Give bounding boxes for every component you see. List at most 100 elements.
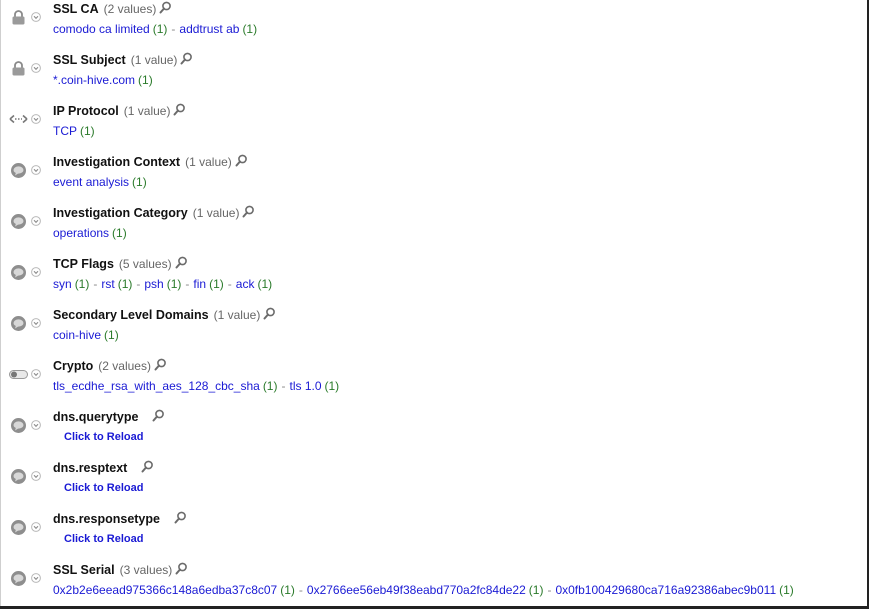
field-value-count: (1) xyxy=(104,328,119,342)
field-value-link[interactable]: syn xyxy=(53,277,72,291)
chevron-down-icon[interactable] xyxy=(31,165,41,175)
chevron-down-icon[interactable] xyxy=(31,12,41,22)
magnifier-icon[interactable] xyxy=(235,154,248,167)
field-name[interactable]: Investigation Category xyxy=(53,206,188,220)
field-value-count: (1) xyxy=(80,124,95,138)
field-values: coin-hive (1) xyxy=(53,327,119,343)
speech-bubble-icon xyxy=(11,571,26,586)
field-values: TCP (1) xyxy=(53,123,95,139)
field-value-link[interactable]: event analysis xyxy=(53,175,129,189)
field-header: TCP Flags (5 values) xyxy=(53,256,188,272)
field-value-count: (5 values) xyxy=(118,257,172,271)
field-name[interactable]: Crypto xyxy=(53,359,93,373)
meta-field-row: Secondary Level Domains (1 value) coin-hiv… xyxy=(0,307,860,358)
speech-bubble-icon xyxy=(11,469,26,484)
click-to-reload-link[interactable]: Click to Reload xyxy=(64,482,143,494)
field-value-link[interactable]: TCP xyxy=(53,124,77,138)
field-value-link[interactable]: 0x2b2e6eead975366c148a6edba37c8c07 xyxy=(53,583,277,597)
meta-field-row: IP Protocol (1 value) TCP (1) xyxy=(0,103,860,154)
magnifier-icon[interactable] xyxy=(141,460,154,473)
field-header: dns.responsetype xyxy=(53,511,187,527)
field-values: syn (1) - rst (1) - psh (1) - fin (1) - ack (1) xyxy=(53,276,272,292)
field-name[interactable]: dns.querytype xyxy=(53,410,138,424)
value-separator: - xyxy=(547,583,552,597)
chevron-down-icon[interactable] xyxy=(31,114,41,124)
lock-icon xyxy=(12,10,25,25)
field-value-link[interactable]: fin xyxy=(193,277,206,291)
magnifier-icon[interactable] xyxy=(175,562,188,575)
chevron-down-icon[interactable] xyxy=(31,318,41,328)
field-values: *.coin-hive.com (1) xyxy=(53,72,153,88)
click-to-reload-link[interactable]: Click to Reload xyxy=(64,533,143,545)
field-value-count: (1) xyxy=(779,583,794,597)
field-name[interactable]: SSL Serial xyxy=(53,563,115,577)
meta-field-row: SSL Subject (1 value) *.coin-hive.com (1) xyxy=(0,52,860,103)
field-value-link[interactable]: 0x0fb100429680ca716a92386abec9b011 xyxy=(555,583,776,597)
field-name[interactable]: Investigation Context xyxy=(53,155,180,169)
field-header: Crypto (2 values) xyxy=(53,358,167,374)
bidirectional-arrow-icon xyxy=(9,114,28,124)
field-value-count: (1) xyxy=(262,379,278,393)
field-value-count: (2 values) xyxy=(103,2,157,16)
field-values: operations (1) xyxy=(53,225,127,241)
field-value-link[interactable]: rst xyxy=(101,277,114,291)
field-value-count: (1) xyxy=(280,583,295,597)
field-value-count: (1 value) xyxy=(185,155,232,169)
field-name[interactable]: TCP Flags xyxy=(53,257,114,271)
field-name[interactable]: dns.resptext xyxy=(53,461,127,475)
meta-field-row: SSL Serial (3 values) 0x2b2e6eead975366c14… xyxy=(0,562,860,613)
field-value-link[interactable]: coin-hive xyxy=(53,328,101,342)
chevron-down-icon[interactable] xyxy=(31,369,41,379)
value-separator: - xyxy=(227,277,232,291)
magnifier-icon[interactable] xyxy=(263,307,276,320)
value-separator: - xyxy=(136,277,141,291)
magnifier-icon[interactable] xyxy=(154,358,167,371)
field-value-link[interactable]: psh xyxy=(144,277,163,291)
field-value-count: (1) xyxy=(138,73,153,87)
field-values: tls_ecdhe_rsa_with_aes_128_cbc_sha (1) - tl… xyxy=(53,378,339,394)
field-value-link[interactable]: tls 1.0 xyxy=(289,379,321,393)
meta-field-row: dns.querytype Click to Reload xyxy=(0,409,860,460)
field-value-link[interactable]: 0x2766ee56eb49f38eabd770a2fc84de22 xyxy=(307,583,526,597)
field-name[interactable]: SSL Subject xyxy=(53,53,126,67)
chevron-down-icon[interactable] xyxy=(31,573,41,583)
field-values: event analysis (1) xyxy=(53,174,147,190)
chevron-down-icon[interactable] xyxy=(31,63,41,73)
meta-field-row: SSL CA (2 values) comodo ca limited (1) - add… xyxy=(0,1,860,52)
value-separator: - xyxy=(93,277,98,291)
magnifier-icon[interactable] xyxy=(180,52,193,65)
field-value-link[interactable]: *.coin-hive.com xyxy=(53,73,135,87)
field-value-count: (1 value) xyxy=(192,206,240,220)
field-name[interactable]: IP Protocol xyxy=(53,104,119,118)
speech-bubble-icon xyxy=(11,520,26,535)
field-value-link[interactable]: ack xyxy=(236,277,255,291)
field-values: comodo ca limited (1) - addtrust ab (1) xyxy=(53,21,257,37)
meta-field-row: dns.responsetype Click to Reload xyxy=(0,511,860,562)
magnifier-icon[interactable] xyxy=(173,103,186,116)
magnifier-icon[interactable] xyxy=(174,511,187,524)
chevron-down-icon[interactable] xyxy=(31,267,41,277)
field-value-count: (1 value) xyxy=(213,308,261,322)
magnifier-icon[interactable] xyxy=(159,1,172,14)
chevron-down-icon[interactable] xyxy=(31,420,41,430)
field-value-link[interactable]: tls_ecdhe_rsa_with_aes_128_cbc_sha xyxy=(53,379,260,393)
meta-field-row: dns.resptext Click to Reload xyxy=(0,460,860,511)
field-name[interactable]: dns.responsetype xyxy=(53,512,160,526)
field-name[interactable]: SSL CA xyxy=(53,2,99,16)
magnifier-icon[interactable] xyxy=(175,256,188,269)
field-header: SSL Serial (3 values) xyxy=(53,562,188,578)
chevron-down-icon[interactable] xyxy=(31,522,41,532)
click-to-reload-link[interactable]: Click to Reload xyxy=(64,431,143,443)
magnifier-icon[interactable] xyxy=(242,205,255,218)
field-value-count: (1) xyxy=(242,22,258,36)
field-value-count: (1) xyxy=(209,277,224,291)
chevron-down-icon[interactable] xyxy=(31,216,41,226)
field-value-count: (1) xyxy=(112,226,127,240)
field-value-link[interactable]: addtrust ab xyxy=(179,22,239,36)
magnifier-icon[interactable] xyxy=(152,409,165,422)
field-value-link[interactable]: comodo ca limited xyxy=(53,22,150,36)
field-name[interactable]: Secondary Level Domains xyxy=(53,308,209,322)
field-value-link[interactable]: operations xyxy=(53,226,109,240)
meta-field-row: Investigation Context (1 value) event anal… xyxy=(0,154,860,205)
chevron-down-icon[interactable] xyxy=(31,471,41,481)
